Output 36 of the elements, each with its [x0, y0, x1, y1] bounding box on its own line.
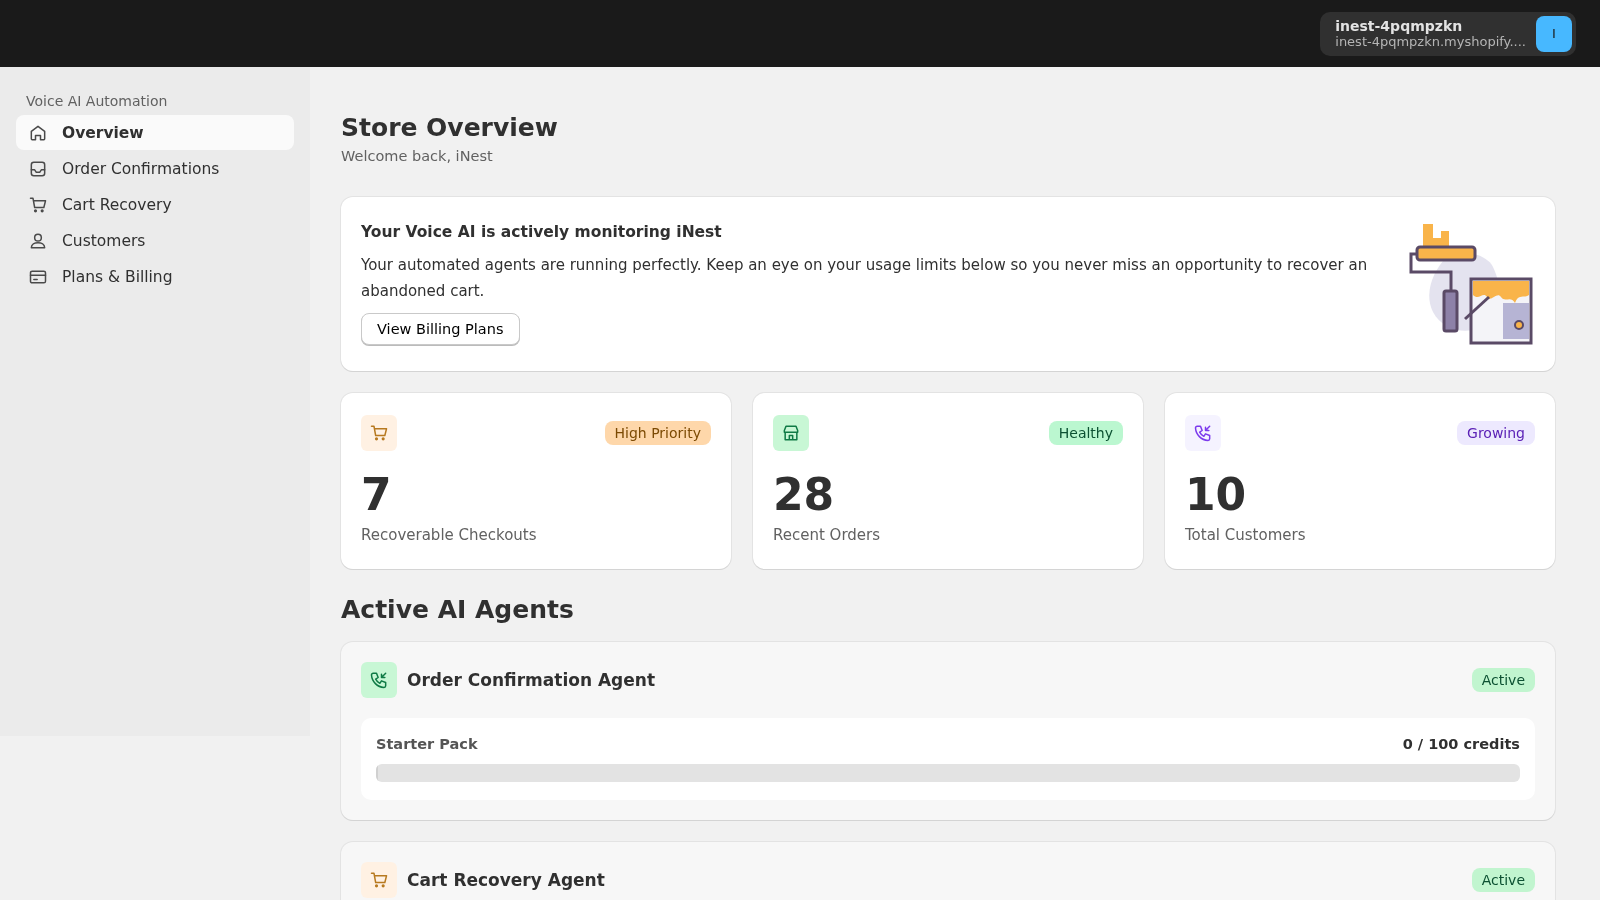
store-name: inest-4pqmpzkn — [1335, 18, 1464, 34]
agent-name: Order Confirmation Agent — [407, 670, 656, 690]
credits-count: 0 / 100 credits — [1402, 736, 1520, 752]
sidebar-item[interactable]: Overview — [16, 115, 294, 150]
account-menu[interactable]: inest-4pqmpzkn inest-4pqmpzkn.myshopify.... I — [1320, 11, 1576, 56]
stat-value: 7 — [361, 469, 392, 520]
store-domain: inest-4pqmpzkn.myshopify.... — [1335, 34, 1526, 49]
stat-value: 10 — [1185, 469, 1247, 520]
sidebar-item[interactable]: Cart Recovery — [16, 187, 294, 222]
stat-label: Total Customers — [1185, 526, 1307, 544]
cart-icon — [369, 870, 389, 890]
status-badge: Growing — [1457, 421, 1535, 445]
agent-name: Cart Recovery Agent — [407, 870, 606, 890]
phone-icon — [369, 670, 389, 690]
avatar: I — [1536, 15, 1572, 52]
page-title: Store Overview — [341, 113, 558, 142]
section-title: Active AI Agents — [341, 595, 574, 624]
phone-icon — [1193, 423, 1213, 443]
status-badge: Active — [1471, 868, 1535, 892]
cart-icon — [369, 423, 389, 443]
page-subtitle: Welcome back, iNest — [341, 148, 494, 164]
sidebar-heading: Voice AI Automation — [25, 93, 169, 111]
banner-title: Your Voice AI is actively monitoring iNest — [361, 223, 723, 241]
sidebar-item[interactable]: Order Confirmations — [16, 151, 294, 186]
sidebar-item[interactable]: Plans & Billing — [16, 259, 294, 294]
stat-value: 28 — [773, 469, 835, 520]
view-billing-plans-button[interactable]: View Billing Plans — [361, 313, 520, 345]
status-badge: Active — [1471, 668, 1535, 692]
plan-name: Starter Pack — [376, 736, 478, 752]
status-badge: Healthy — [1048, 421, 1123, 445]
sidebar-item[interactable]: Customers — [16, 223, 294, 258]
store-icon — [781, 423, 801, 443]
status-badge: High Priority — [604, 421, 711, 445]
stat-label: Recoverable Checkouts — [361, 526, 538, 544]
banner-text: Your automated agents are running perfectly. Keep an eye on your usage limits below so you never miss an opportunity to recover an abandoned cart. — [361, 255, 1369, 302]
stat-label: Recent Orders — [773, 526, 882, 544]
